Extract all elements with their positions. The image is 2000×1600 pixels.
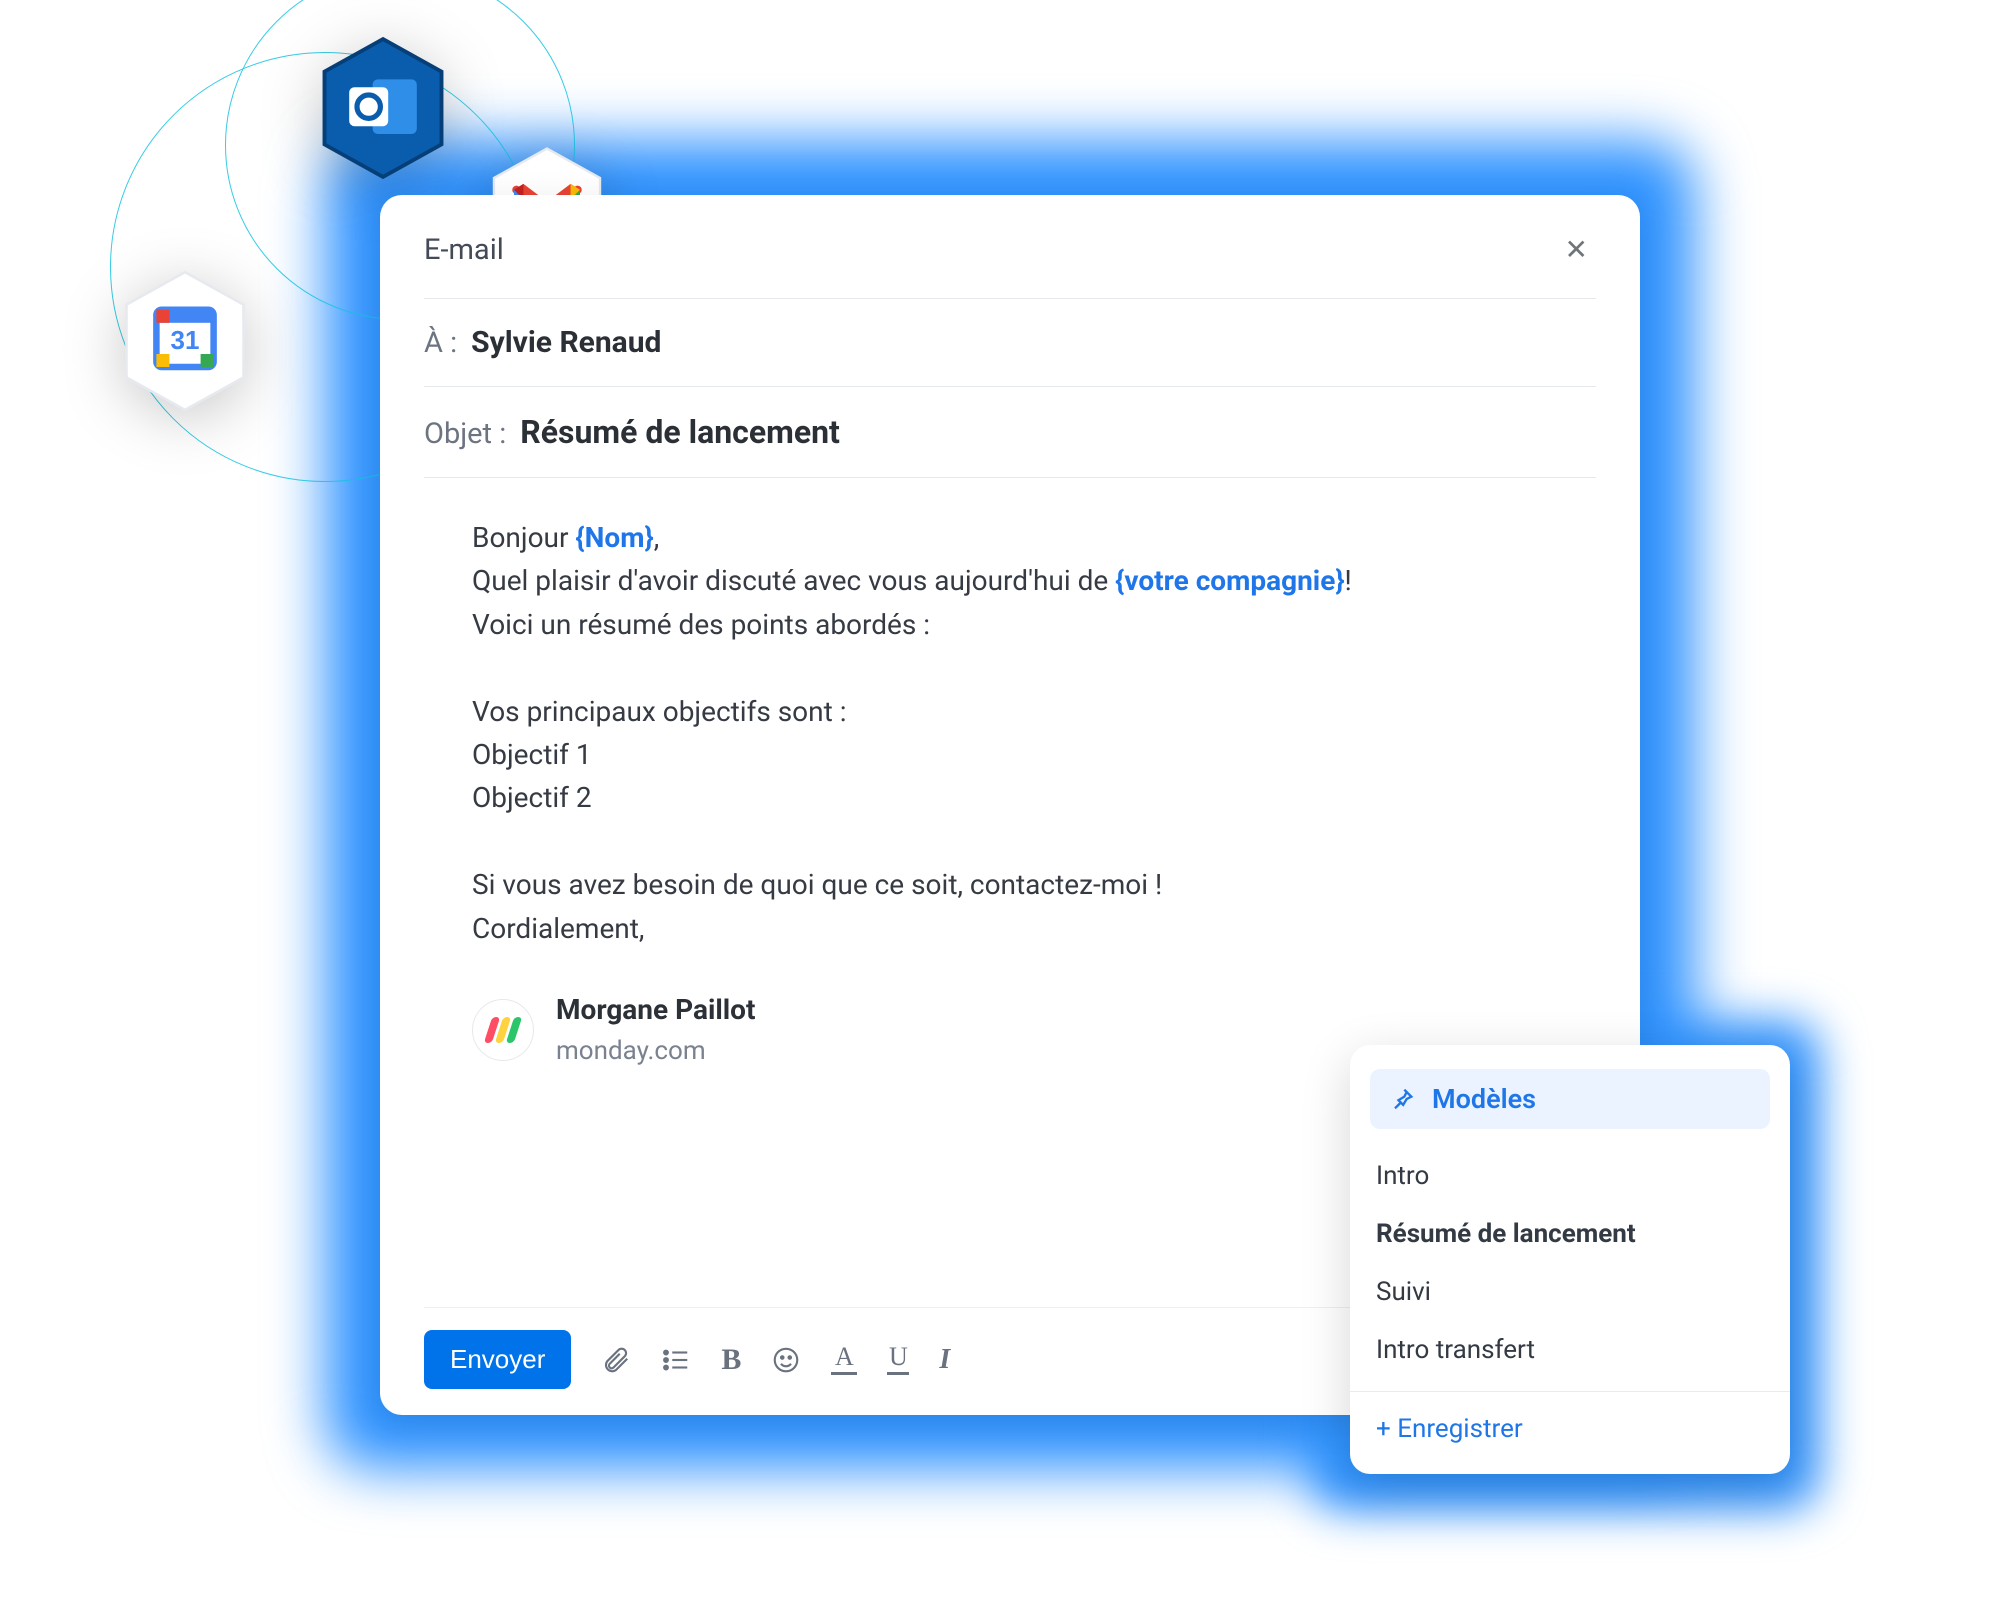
to-label: À : (424, 326, 457, 360)
template-item[interactable]: Intro (1370, 1147, 1770, 1205)
body-text: Objectif 2 (472, 776, 1586, 819)
to-row[interactable]: À : Sylvie Renaud (424, 299, 1596, 387)
body-text: Cordialement, (472, 907, 1586, 950)
templates-popover: Modèles Intro Résumé de lancement Suivi … (1350, 1045, 1790, 1474)
emoji-icon[interactable] (771, 1345, 801, 1375)
svg-text:31: 31 (171, 325, 200, 355)
signature-name: Morgane Paillot (556, 988, 755, 1031)
templates-header-label: Modèles (1432, 1083, 1536, 1115)
template-item[interactable]: Résumé de lancement (1370, 1205, 1770, 1263)
close-icon[interactable]: ✕ (1557, 229, 1596, 270)
body-text: Quel plaisir d'avoir discuté avec vous a… (472, 564, 1115, 597)
body-text: Bonjour (472, 521, 575, 554)
bold-icon[interactable]: B (721, 1343, 741, 1377)
send-button[interactable]: Envoyer (424, 1330, 571, 1389)
subject-value: Résumé de lancement (520, 413, 840, 451)
template-item[interactable]: Intro transfert (1370, 1321, 1770, 1379)
italic-icon[interactable]: I (939, 1344, 950, 1376)
signature-company: monday.com (556, 1031, 755, 1071)
save-template-button[interactable]: + Enregistrer (1370, 1402, 1770, 1456)
underline-icon[interactable]: U (887, 1344, 909, 1374)
body-text: Vos principaux objectifs sont : (472, 690, 1586, 733)
google-calendar-icon: 31 (120, 268, 250, 414)
window-title: E-mail (424, 233, 504, 267)
body-text: Si vous avez besoin de quoi que ce soit,… (472, 863, 1586, 906)
divider (1350, 1391, 1790, 1392)
outlook-icon (318, 35, 448, 181)
template-item[interactable]: Suivi (1370, 1263, 1770, 1321)
subject-label: Objet : (424, 417, 506, 451)
body-text: Objectif 1 (472, 733, 1586, 776)
placeholder-company: {votre compagnie} (1115, 564, 1344, 597)
monday-logo-icon (472, 999, 534, 1061)
pin-icon (1388, 1085, 1416, 1113)
placeholder-name: {Nom} (575, 521, 653, 554)
body-text: Voici un résumé des points abordés : (472, 603, 1586, 646)
to-value: Sylvie Renaud (471, 325, 661, 360)
templates-header[interactable]: Modèles (1370, 1069, 1770, 1129)
attachment-icon[interactable] (601, 1345, 631, 1375)
body-text: , (654, 521, 660, 554)
body-text: ! (1345, 564, 1352, 597)
bullet-list-icon[interactable] (661, 1345, 691, 1375)
text-color-icon[interactable]: A (831, 1344, 857, 1375)
subject-row[interactable]: Objet : Résumé de lancement (424, 387, 1596, 478)
